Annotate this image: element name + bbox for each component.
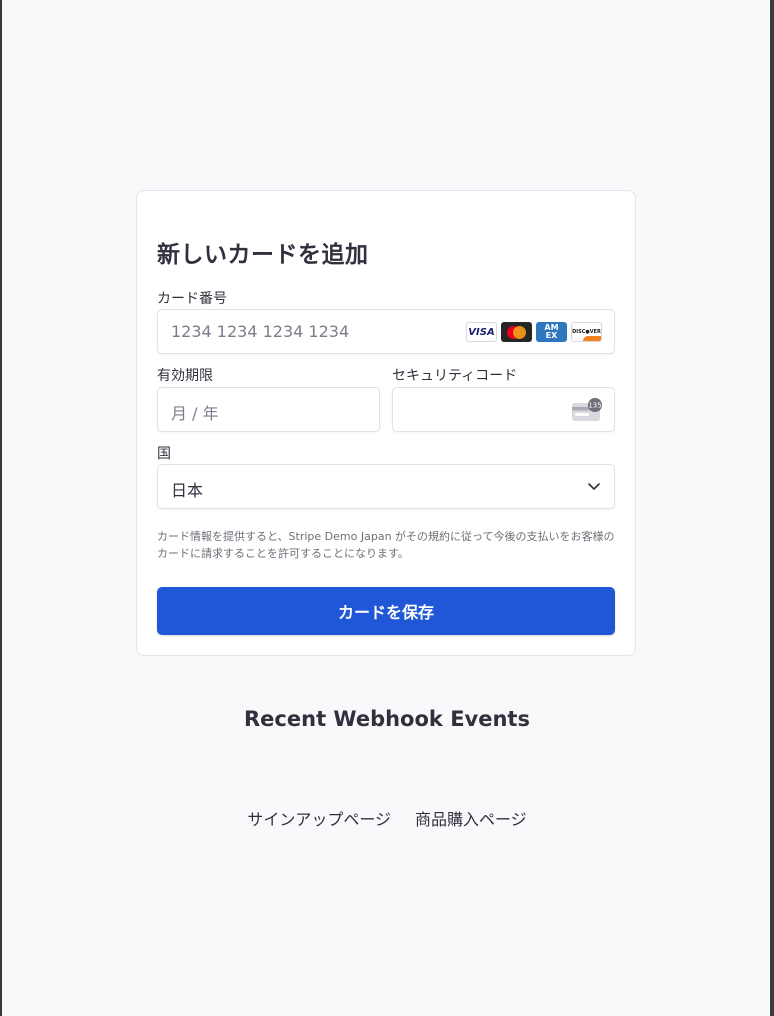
expiry-input[interactable]: 月 / 年 — [157, 387, 380, 432]
cvc-label: セキュリティコード — [392, 368, 518, 384]
expiry-placeholder: 月 / 年 — [171, 404, 219, 423]
svg-text:135: 135 — [588, 402, 601, 410]
save-card-button[interactable]: カードを保存 — [157, 587, 615, 635]
card-number-placeholder: 1234 1234 1234 1234 — [171, 322, 350, 341]
cvc-input[interactable]: 135 — [392, 387, 615, 432]
footer-links: サインアップページ 商品購入ページ — [0, 806, 774, 830]
webhook-events-title: Recent Webhook Events — [244, 707, 530, 731]
mastercard-icon — [501, 322, 532, 342]
country-value: 日本 — [171, 481, 204, 500]
legal-notice: カード情報を提供すると、Stripe Demo Japan がその規約に従って今… — [157, 530, 615, 560]
card-number-input[interactable]: 1234 1234 1234 1234 VISA AM EX DISC●VER — [157, 309, 615, 354]
chevron-down-icon — [588, 483, 600, 490]
window-frame-right — [770, 0, 774, 1016]
cvc-card-icon: 135 — [572, 398, 602, 421]
visa-icon: VISA — [466, 322, 497, 342]
expiry-label: 有効期限 — [157, 368, 213, 384]
country-label: 国 — [157, 446, 171, 462]
window-frame-left — [0, 0, 2, 1016]
amex-icon: AM EX — [536, 322, 567, 342]
signup-page-link[interactable]: サインアップページ — [247, 806, 391, 830]
card-brand-icons: VISA AM EX DISC●VER — [466, 322, 602, 342]
form-title: 新しいカードを追加 — [157, 242, 369, 268]
purchase-page-link[interactable]: 商品購入ページ — [415, 806, 527, 830]
country-select[interactable]: 日本 — [157, 464, 615, 509]
payment-form-card: 新しいカードを追加 カード番号 1234 1234 1234 1234 VISA… — [136, 190, 636, 656]
card-number-label: カード番号 — [157, 291, 227, 307]
discover-icon: DISC●VER — [571, 322, 602, 342]
